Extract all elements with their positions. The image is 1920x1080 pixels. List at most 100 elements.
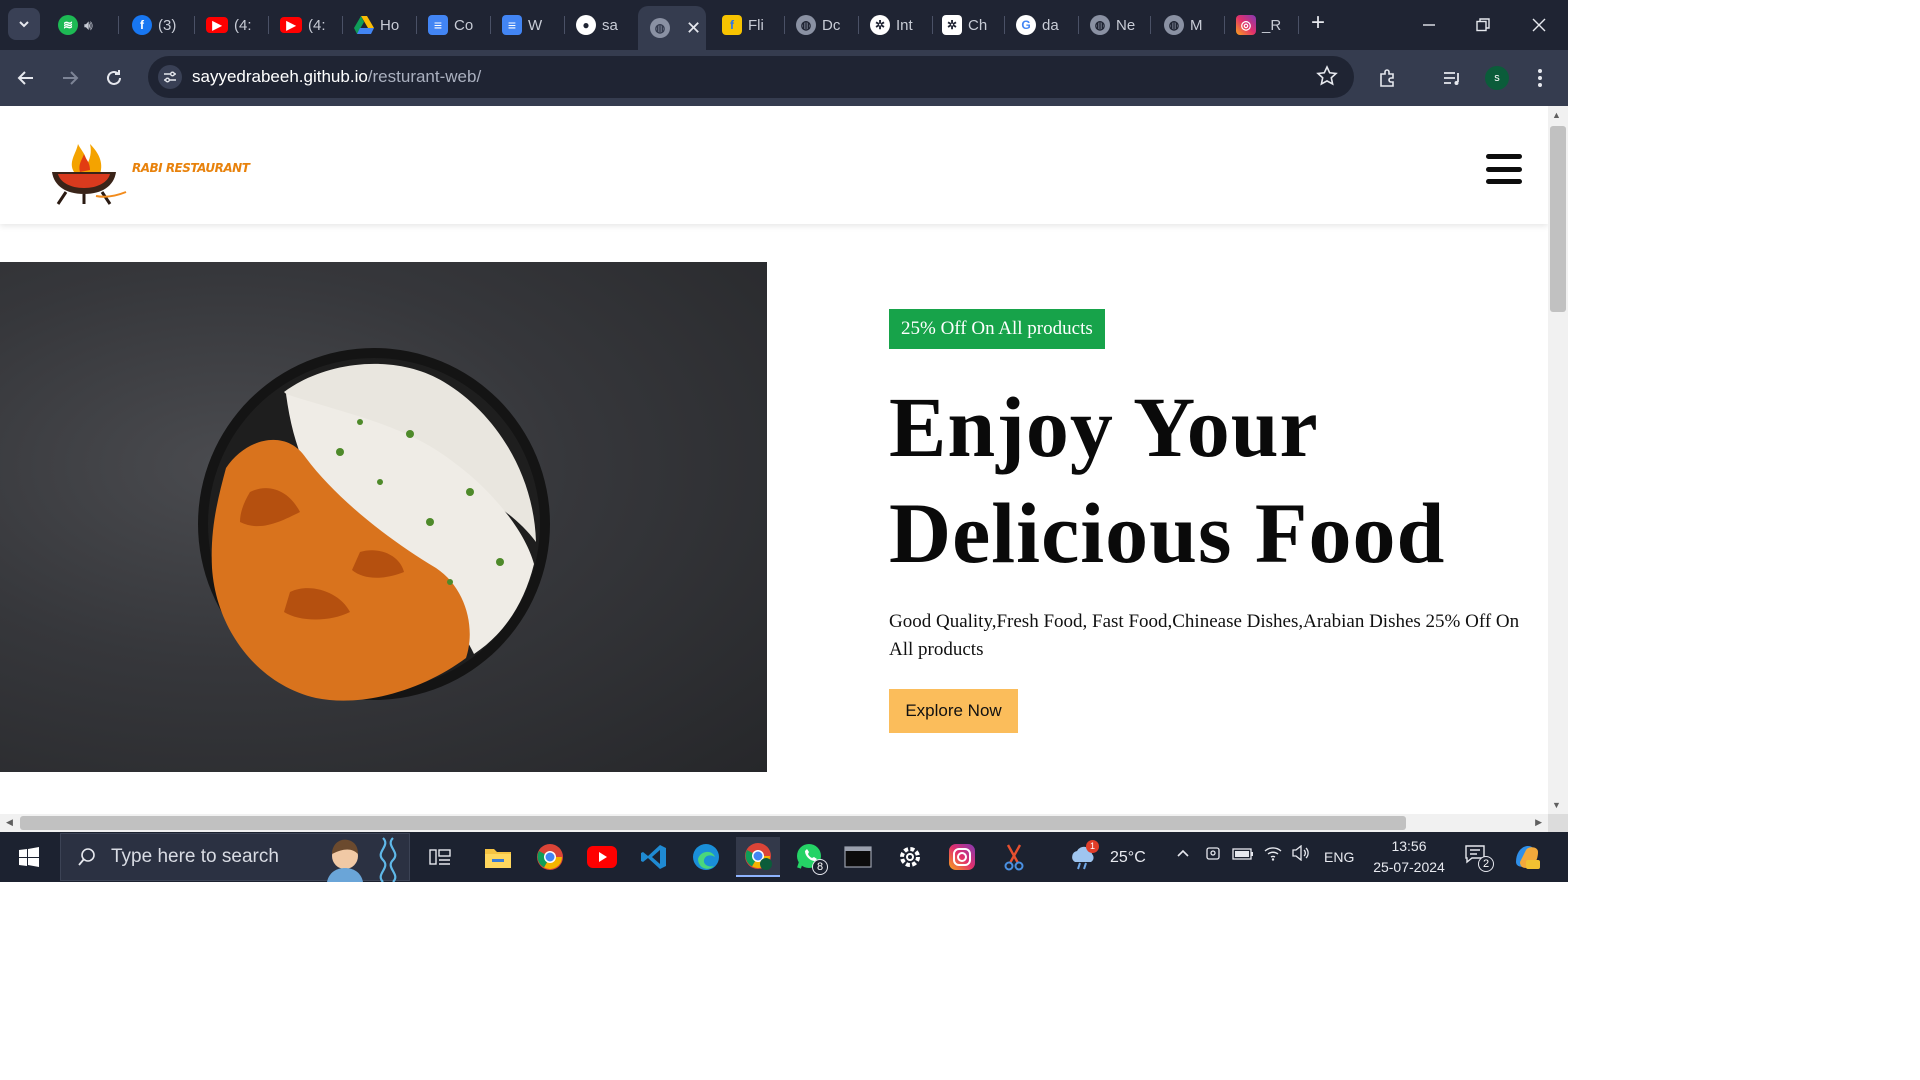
tab-globe-m[interactable]: ◍ M: [1152, 8, 1224, 42]
forward-button[interactable]: [54, 62, 86, 94]
wifi-status[interactable]: [1264, 845, 1282, 864]
vertical-scrollbar[interactable]: ▲ ▼: [1548, 106, 1568, 814]
tab-title: da: [1042, 16, 1059, 34]
gear-icon: [900, 847, 920, 867]
copilot-button[interactable]: [1512, 842, 1542, 872]
weather-widget[interactable]: 1 25°C: [1066, 840, 1150, 874]
tab-globe-ne[interactable]: ◍ Ne: [1078, 8, 1150, 42]
scissors-icon: [1004, 844, 1024, 871]
youtube-icon: ▶: [206, 17, 228, 33]
reload-button[interactable]: [98, 62, 130, 94]
camera-icon: [1206, 847, 1220, 860]
openai-icon: ✲: [942, 15, 962, 35]
new-tab-button[interactable]: +: [1304, 10, 1332, 38]
meet-now-button[interactable]: [1206, 845, 1222, 864]
battery-status[interactable]: [1232, 847, 1254, 863]
tab-title: W: [528, 16, 543, 34]
vertical-scroll-thumb[interactable]: [1550, 126, 1566, 312]
explore-now-button[interactable]: Explore Now: [889, 689, 1018, 733]
terminal-taskbar-button[interactable]: [836, 837, 880, 877]
address-bar[interactable]: sayyedrabeeh.github.io/resturant-web/: [148, 56, 1354, 98]
scroll-right-arrow-icon[interactable]: ▶: [1535, 817, 1542, 828]
show-hidden-icons-button[interactable]: [1176, 846, 1190, 863]
tab-google-docs-1[interactable]: ≡ Co: [416, 8, 488, 42]
weather-temperature: 25°C: [1110, 849, 1146, 866]
profile-avatar[interactable]: s: [1485, 66, 1509, 90]
site-info-button[interactable]: [158, 65, 182, 89]
input-language[interactable]: ENG: [1324, 849, 1354, 865]
tab-title: (4:: [308, 16, 326, 34]
tab-title: sa: [602, 16, 618, 34]
whatsapp-badge: 8: [812, 859, 828, 875]
system-clock[interactable]: 13:56 25-07-2024: [1366, 836, 1452, 878]
back-button[interactable]: [10, 62, 42, 94]
tab-flipkart[interactable]: f Fli: [710, 8, 782, 42]
edge-icon: [693, 844, 719, 870]
youtube-taskbar-button[interactable]: [580, 837, 624, 877]
youtube-icon: ▶: [280, 17, 302, 33]
clock-date: 25-07-2024: [1373, 859, 1445, 875]
tab-restaurant-active[interactable]: ◍ ✕: [638, 6, 706, 50]
minimize-button[interactable]: [1406, 8, 1452, 42]
hamburger-menu-button[interactable]: [1486, 154, 1522, 184]
close-tab-icon[interactable]: ✕: [686, 18, 701, 39]
tab-spotify[interactable]: ≋ 🔊︎: [46, 8, 116, 42]
tab-globe-dc[interactable]: ◍ Dc: [784, 8, 856, 42]
media-controls-button[interactable]: [1436, 62, 1468, 94]
restore-button[interactable]: [1460, 8, 1506, 42]
tab-title: M: [1190, 16, 1203, 34]
scroll-left-arrow-icon[interactable]: ◀: [6, 817, 13, 828]
tab-instagram[interactable]: ◎ _R: [1224, 8, 1296, 42]
tab-github[interactable]: ● sa: [564, 8, 636, 42]
restaurant-logo[interactable]: [44, 132, 134, 208]
taskbar-search-box[interactable]: Type here to search: [60, 833, 410, 882]
tab-youtube-2[interactable]: ▶ (4:: [268, 8, 340, 42]
browser-toolbar: sayyedrabeeh.github.io/resturant-web/: [0, 50, 1568, 106]
google-icon: G: [1016, 15, 1036, 35]
tab-openai-ch[interactable]: ✲ Ch: [930, 8, 1002, 42]
tab-title: Ne: [1116, 16, 1136, 34]
hamburger-line-icon: [1486, 166, 1522, 172]
chrome-profile-taskbar-button[interactable]: [736, 837, 780, 877]
horizontal-scroll-thumb[interactable]: [20, 816, 1406, 830]
tab-google[interactable]: G da: [1004, 8, 1076, 42]
tab-google-drive[interactable]: Ho: [342, 8, 414, 42]
task-view-button[interactable]: [418, 837, 462, 877]
vscode-taskbar-button[interactable]: [632, 837, 676, 877]
browser-menu-button[interactable]: [1524, 62, 1556, 94]
browser-tab-strip: ≋ 🔊︎ f (3) ▶ (4: ▶ (4: Ho ≡ Co ≡ W ● sa …: [0, 0, 1568, 50]
notification-center-button[interactable]: 2: [1464, 844, 1494, 872]
volume-control[interactable]: [1292, 844, 1310, 864]
tab-title: (4:: [234, 16, 252, 34]
file-explorer-button[interactable]: [476, 837, 520, 877]
chevron-down-icon: [19, 21, 29, 28]
tab-openai-int[interactable]: ✲ Int: [858, 8, 930, 42]
chrome-icon: [537, 844, 563, 870]
close-window-button[interactable]: [1516, 8, 1562, 42]
flipkart-icon: f: [722, 15, 742, 35]
notification-count-badge: 2: [1478, 856, 1494, 872]
tune-icon: [164, 71, 176, 83]
chrome-taskbar-button[interactable]: [528, 837, 572, 877]
edge-taskbar-button[interactable]: [684, 837, 728, 877]
site-header: RABI RESTAURANT: [0, 106, 1548, 224]
snipping-tool-taskbar-button[interactable]: [992, 837, 1036, 877]
start-button[interactable]: [0, 832, 58, 882]
terminal-icon: [844, 846, 872, 868]
arrow-right-icon: [63, 71, 79, 85]
rice-curry-bowl-image: [198, 348, 550, 701]
scroll-up-arrow-icon[interactable]: ▲: [1552, 110, 1561, 120]
bookmark-button[interactable]: [1316, 65, 1338, 92]
whatsapp-taskbar-button[interactable]: 8: [788, 837, 832, 877]
scroll-down-arrow-icon[interactable]: ▼: [1552, 800, 1561, 810]
tab-facebook[interactable]: f (3): [120, 8, 190, 42]
tab-google-docs-2[interactable]: ≡ W: [490, 8, 562, 42]
instagram-taskbar-button[interactable]: [940, 837, 984, 877]
tab-youtube-1[interactable]: ▶ (4:: [194, 8, 266, 42]
google-docs-icon: ≡: [428, 15, 448, 35]
tab-search-button[interactable]: [8, 8, 40, 40]
extensions-button[interactable]: [1372, 62, 1404, 94]
url-path: /resturant-web/: [367, 67, 482, 86]
settings-taskbar-button[interactable]: [888, 837, 932, 877]
horizontal-scrollbar[interactable]: ◀ ▶: [0, 814, 1548, 832]
